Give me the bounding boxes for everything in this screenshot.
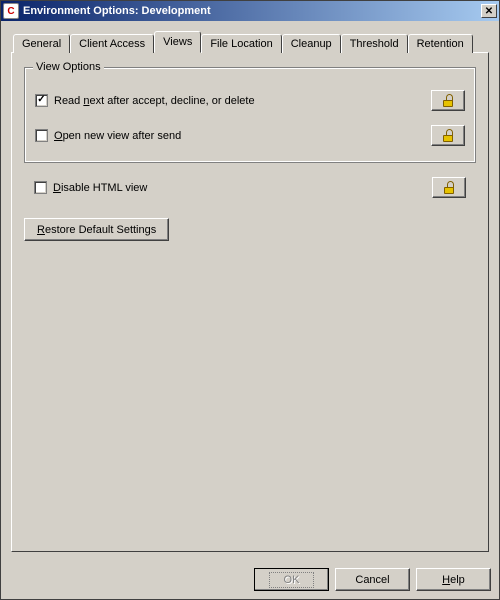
help-button[interactable]: Help: [416, 568, 491, 591]
checkbox-open-new-view[interactable]: [35, 129, 48, 142]
checkbox-read-next[interactable]: [35, 94, 48, 107]
tab-label: Client Access: [79, 38, 145, 50]
tab-strip: General Client Access Views File Locatio…: [11, 31, 489, 52]
tab-file-location[interactable]: File Location: [201, 34, 281, 53]
restore-row: Restore Default Settings: [24, 212, 476, 241]
view-options-group: View Options Read next after accept, dec…: [24, 67, 476, 163]
tab-label: Retention: [417, 38, 464, 50]
window-title: Environment Options: Development: [23, 5, 481, 17]
label-read-next[interactable]: Read next after accept, decline, or dele…: [54, 95, 431, 107]
tab-label: Threshold: [350, 38, 399, 50]
label-open-new-view[interactable]: Open new view after send: [54, 130, 431, 142]
app-icon: C: [3, 3, 19, 19]
lock-button-read-next[interactable]: [431, 90, 465, 111]
cancel-button[interactable]: Cancel: [335, 568, 410, 591]
checkbox-disable-html[interactable]: [34, 181, 47, 194]
tab-label: Cleanup: [291, 38, 332, 50]
unlock-icon: [442, 95, 454, 107]
lock-button-disable-html[interactable]: [432, 177, 466, 198]
option-row-read-next: Read next after accept, decline, or dele…: [35, 90, 465, 111]
tab-panel: View Options Read next after accept, dec…: [11, 52, 489, 552]
group-legend: View Options: [33, 61, 104, 73]
tab-client-access[interactable]: Client Access: [70, 34, 154, 53]
cancel-label: Cancel: [355, 574, 389, 586]
tab-cleanup[interactable]: Cleanup: [282, 34, 341, 53]
close-button[interactable]: ✕: [481, 4, 497, 18]
lock-button-open-new-view[interactable]: [431, 125, 465, 146]
titlebar: C Environment Options: Development ✕: [1, 1, 499, 21]
tab-retention[interactable]: Retention: [408, 34, 473, 53]
restore-defaults-button[interactable]: Restore Default Settings: [24, 218, 169, 241]
unlock-icon: [443, 182, 455, 194]
dialog-footer: OK Cancel Help: [1, 560, 499, 599]
tab-views[interactable]: Views: [154, 31, 201, 53]
tab-general[interactable]: General: [13, 34, 70, 53]
dialog-window: C Environment Options: Development ✕ Gen…: [0, 0, 500, 600]
label-disable-html[interactable]: Disable HTML view: [53, 182, 432, 194]
tab-label: Views: [163, 36, 192, 48]
ok-button[interactable]: OK: [254, 568, 329, 591]
tab-label: General: [22, 38, 61, 50]
unlock-icon: [442, 130, 454, 142]
tab-threshold[interactable]: Threshold: [341, 34, 408, 53]
close-icon: ✕: [485, 6, 493, 17]
client-area: General Client Access Views File Locatio…: [1, 21, 499, 560]
ok-label: OK: [269, 572, 315, 588]
tab-label: File Location: [210, 38, 272, 50]
option-row-disable-html: Disable HTML view: [24, 177, 476, 198]
option-row-open-new-view: Open new view after send: [35, 125, 465, 146]
